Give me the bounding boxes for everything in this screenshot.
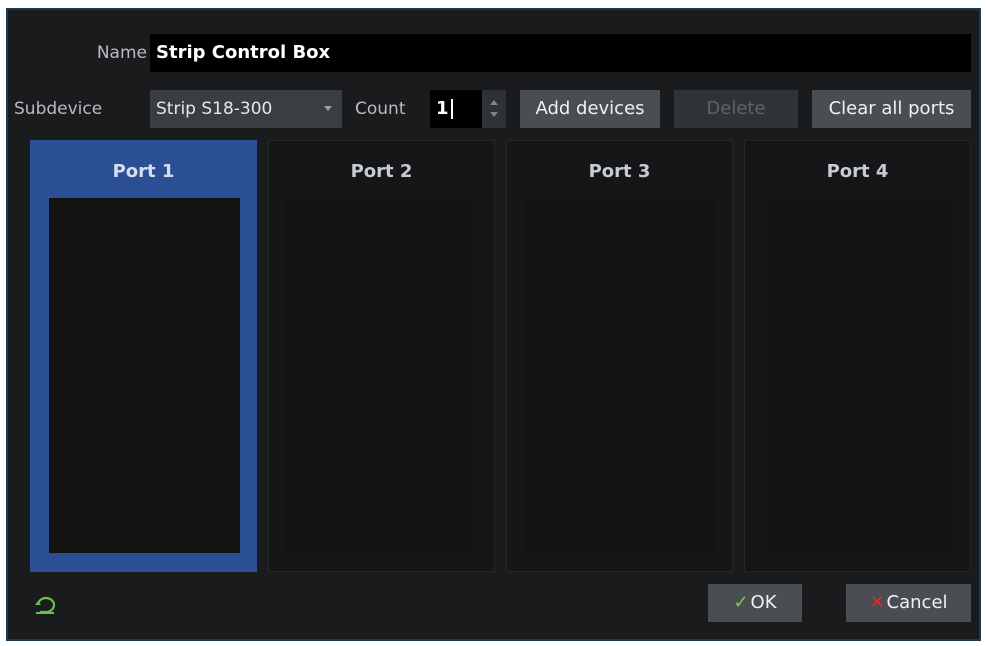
delete-button[interactable]: Delete [674, 90, 798, 128]
count-label: Count [355, 99, 406, 119]
port-device-list[interactable] [761, 197, 954, 554]
add-devices-button[interactable]: Add devices [520, 90, 660, 128]
subdevice-selected-value: Strip S18-300 [156, 99, 273, 119]
subdevice-row: Subdevice Strip S18-300 Count 1 Add devi… [8, 90, 983, 128]
clear-all-ports-button[interactable]: Clear all ports [812, 90, 971, 128]
ok-button[interactable]: ✓ OK [708, 584, 802, 622]
stepper-buttons[interactable] [482, 90, 506, 128]
count-value: 1 [436, 98, 449, 119]
count-stepper[interactable]: 1 [430, 90, 506, 128]
port-device-list[interactable] [49, 198, 240, 553]
subdevice-select[interactable]: Strip S18-300 [150, 90, 342, 128]
check-icon: ✓ [733, 592, 749, 613]
cancel-label: Cancel [886, 592, 948, 613]
port-title: Port 1 [112, 161, 175, 182]
subdevice-label: Subdevice [14, 99, 103, 119]
port-title: Port 4 [826, 161, 889, 182]
undo-icon[interactable] [32, 595, 60, 615]
port-panel-4[interactable]: Port 4 [744, 140, 971, 572]
port-panel-1[interactable]: Port 1 [30, 140, 257, 572]
name-label: Name [96, 43, 147, 63]
port-panel-3[interactable]: Port 3 [506, 140, 733, 572]
port-device-list[interactable] [285, 197, 478, 554]
stepper-up-icon[interactable] [490, 100, 498, 105]
port-device-list[interactable] [523, 197, 716, 554]
ports-area: Port 1 Port 2 Port 3 Port 4 [30, 140, 971, 572]
name-row: Name Strip Control Box [8, 34, 983, 72]
name-field[interactable]: Strip Control Box [150, 34, 971, 72]
text-cursor [450, 99, 453, 119]
port-panel-2[interactable]: Port 2 [268, 140, 495, 572]
chevron-down-icon[interactable] [324, 106, 332, 111]
ok-label: OK [750, 592, 777, 613]
dialog-window: Name Strip Control Box Subdevice Strip S… [6, 8, 981, 641]
port-title: Port 3 [588, 161, 651, 182]
cancel-button[interactable]: ✕ Cancel [846, 584, 971, 622]
close-icon: ✕ [869, 592, 885, 613]
stepper-down-icon[interactable] [490, 112, 498, 117]
port-title: Port 2 [350, 161, 413, 182]
